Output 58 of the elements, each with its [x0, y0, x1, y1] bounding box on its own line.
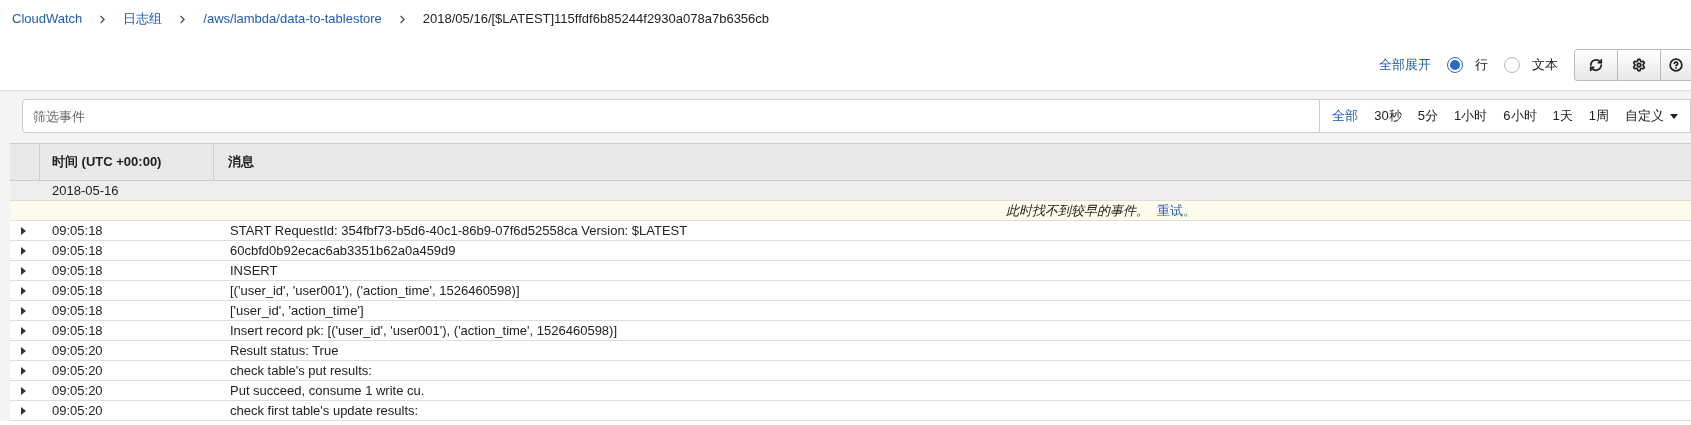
- notice-text: 此时找不到较早的事件。: [1005, 201, 1149, 220]
- radio-label: 文本: [1532, 56, 1558, 75]
- help-icon: [1669, 58, 1683, 72]
- date-label: 2018-05-16: [52, 181, 119, 200]
- breadcrumb-link[interactable]: 日志组: [123, 9, 163, 29]
- custom-range-dropdown[interactable]: 自定义: [1625, 106, 1678, 126]
- expand-icon[interactable]: [21, 246, 26, 255]
- time-cell-text: 09:05:18: [52, 301, 104, 320]
- time-range-option[interactable]: 1天: [1552, 106, 1573, 126]
- time-cell-text: 09:05:18: [52, 261, 104, 280]
- breadcrumb-link[interactable]: /aws/lambda/data-to-tablestore: [203, 9, 382, 29]
- time-range-option[interactable]: 全部: [1332, 106, 1359, 126]
- message-cell-text: check table's put results:: [230, 361, 372, 380]
- time-cell-text: 09:05:18: [52, 221, 104, 240]
- message-cell-text: [('user_id', 'user001'), ('action_time', 1526460598)]: [230, 281, 520, 300]
- expand-icon[interactable]: [21, 346, 26, 355]
- expand-all-link[interactable]: 全部展开: [1379, 55, 1431, 75]
- filter-field[interactable]: 筛选事件: [22, 99, 1321, 133]
- breadcrumb-link[interactable]: CloudWatch: [12, 9, 83, 29]
- message-cell-text: Insert record pk: [('user_id', 'user001'), ('action_time', 1526460598)]: [230, 321, 618, 340]
- breadcrumb-current: 2018/05/16/[$LATEST]115ffdf6b85244f2930a078a7b6356cb: [422, 10, 770, 29]
- time-cell-text: 09:05:18: [52, 321, 104, 340]
- expand-icon[interactable]: [21, 386, 26, 395]
- time-range-option[interactable]: 6小时: [1503, 106, 1537, 126]
- message-cell-text: START RequestId: 354fbf73-b5d6-40c1-86b9-07f6d52558ca Version: $LATEST: [230, 221, 688, 240]
- expand-icon[interactable]: [21, 406, 26, 415]
- radio-label: 行: [1475, 56, 1488, 75]
- time-cell-text: 09:05:20: [52, 401, 104, 420]
- column-header: 时间 (UTC +00:00): [40, 144, 214, 180]
- expand-icon[interactable]: [21, 366, 26, 375]
- time-cell-text: 09:05:20: [52, 341, 104, 360]
- settings-button[interactable]: [1618, 49, 1661, 81]
- message-cell-text: Result status: True: [230, 341, 339, 360]
- time-range-option[interactable]: 1周: [1588, 106, 1609, 126]
- message-cell-text: ['user_id', 'action_time']: [230, 301, 364, 320]
- help-button[interactable]: [1661, 49, 1691, 81]
- column-header: 消息: [227, 153, 255, 172]
- expand-icon[interactable]: [21, 326, 26, 335]
- retry-link[interactable]: 重试。: [1156, 200, 1196, 221]
- expand-icon[interactable]: [21, 266, 26, 275]
- refresh-button[interactable]: [1574, 49, 1618, 81]
- message-cell-text: check first table's update results:: [230, 401, 419, 420]
- time-cell-text: 09:05:20: [52, 361, 104, 380]
- time-cell-text: 09:05:18: [52, 281, 104, 300]
- time-range-option[interactable]: 5分: [1417, 106, 1439, 126]
- time-range-option[interactable]: 30秒: [1374, 106, 1402, 126]
- message-cell-text: Put succeed, consume 1 write cu.: [230, 381, 425, 400]
- expand-icon[interactable]: [21, 286, 26, 295]
- expand-icon[interactable]: [21, 306, 26, 315]
- time-range-option[interactable]: 1小时: [1454, 106, 1488, 126]
- expand-icon[interactable]: [21, 226, 26, 235]
- caret-icon: [1670, 113, 1678, 119]
- refresh-icon: [1589, 58, 1603, 72]
- time-cell-text: 09:05:18: [52, 241, 104, 260]
- message-cell-text: INSERT: [230, 261, 278, 280]
- message-cell-text: 60cbfd0b92ecac6ab3351b62a0a459d9: [230, 241, 456, 260]
- settings-icon: [1632, 58, 1646, 72]
- time-cell-text: 09:05:20: [52, 381, 104, 400]
